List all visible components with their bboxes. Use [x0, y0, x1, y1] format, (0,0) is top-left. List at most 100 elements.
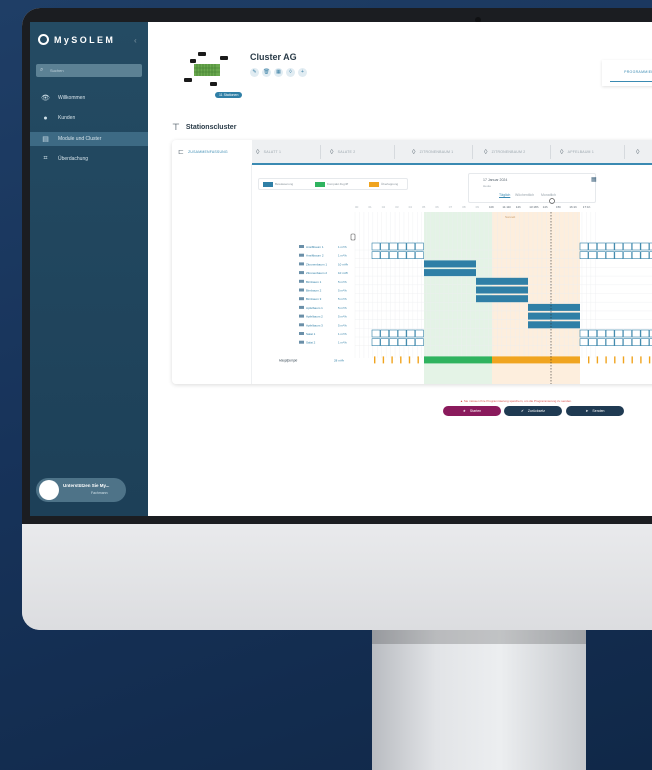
- slot-cell[interactable]: [380, 338, 389, 346]
- add-icon[interactable]: +: [298, 68, 307, 77]
- slot-cell[interactable]: [415, 329, 424, 338]
- slot-cell[interactable]: [406, 251, 416, 259]
- slot-cell[interactable]: [380, 251, 389, 259]
- brand-name: MySOLEM: [54, 34, 116, 45]
- reset-button[interactable]: ✔ Zurücksetz: [504, 406, 562, 416]
- drop-icon[interactable]: ◊: [286, 68, 295, 77]
- slot-cell[interactable]: [579, 329, 589, 338]
- slot-cell[interactable]: [588, 251, 598, 259]
- slot-cell[interactable]: [389, 251, 398, 259]
- sidebar-search-input[interactable]: ⌕ Suchen: [36, 64, 142, 77]
- slot-cell[interactable]: [623, 329, 632, 338]
- slot-cell[interactable]: [371, 242, 381, 251]
- slot-cell[interactable]: [389, 242, 398, 251]
- slot-cell[interactable]: [640, 242, 650, 251]
- slot-cell[interactable]: [397, 338, 407, 346]
- sidebar-item-willkommen[interactable]: 👁 Willkommen: [30, 91, 148, 105]
- slot-cell[interactable]: [389, 329, 398, 338]
- station-name: Birnbaum 1: [306, 280, 322, 284]
- time-label: 07: [449, 205, 453, 209]
- sidebar-item-module-und-cluster[interactable]: ▤ Module und Cluster: [30, 132, 148, 146]
- slot-cell[interactable]: [371, 251, 381, 259]
- station-flow: 10 m³/h: [338, 271, 349, 275]
- sidebar-item-label: Module und Cluster: [58, 136, 102, 142]
- slot-cell[interactable]: [614, 251, 624, 259]
- slot-cell[interactable]: [397, 251, 407, 259]
- slot-cell[interactable]: [397, 242, 407, 251]
- delete-icon[interactable]: 🗑: [262, 68, 271, 77]
- slot-cell[interactable]: [415, 338, 424, 346]
- slot-cell[interactable]: [415, 242, 424, 251]
- slot-cell[interactable]: [631, 338, 641, 346]
- irrigation-bar[interactable]: [424, 269, 476, 277]
- slot-cell[interactable]: [588, 242, 598, 251]
- slot-cell[interactable]: [631, 242, 641, 251]
- support-card[interactable]: Unterstützen Sie My... Fachmann: [36, 478, 126, 502]
- slot-cell[interactable]: [614, 242, 624, 251]
- slot-cell[interactable]: [623, 338, 632, 346]
- slot-cell[interactable]: [397, 329, 407, 338]
- slot-cell[interactable]: [597, 338, 606, 346]
- irrigation-bar[interactable]: [424, 260, 476, 268]
- slot-cell[interactable]: [640, 338, 650, 346]
- slot-cell[interactable]: [597, 329, 606, 338]
- slot-cell[interactable]: [631, 251, 641, 259]
- slot-cell[interactable]: [623, 242, 632, 251]
- scroll-handle-top[interactable]: [350, 233, 356, 241]
- slot-cell[interactable]: [579, 242, 589, 251]
- slot-cell[interactable]: [605, 251, 615, 259]
- station-name: Apfelbaum 3: [306, 323, 323, 327]
- slot-cell[interactable]: [605, 338, 615, 346]
- time-label: 08: [462, 205, 466, 209]
- time-label: 15h: [556, 205, 561, 209]
- slot-cell[interactable]: [579, 338, 589, 346]
- send-button[interactable]: ➤ Senden: [566, 406, 624, 416]
- slot-cell[interactable]: [588, 329, 598, 338]
- slot-cell[interactable]: [380, 329, 389, 338]
- start-button[interactable]: ★ Starten: [443, 406, 501, 416]
- sidebar-item-uberdachung[interactable]: ⌗ Überdachung: [30, 152, 148, 166]
- irrigation-bar[interactable]: [476, 295, 528, 303]
- irrigation-schedule: 00 01 02 03 04 05 06 07 08 09 10h 11:11h 12h 13:18h 14…: [279, 198, 652, 384]
- now-label: Sonnelt: [505, 215, 515, 219]
- pump-tick: [648, 356, 651, 364]
- brand[interactable]: MySOLEM: [38, 34, 115, 45]
- slot-cell[interactable]: [597, 251, 606, 259]
- station-flow: 1 m³/h: [338, 341, 347, 345]
- slot-cell[interactable]: [371, 329, 381, 338]
- slot-cell[interactable]: [406, 329, 416, 338]
- station-flow: 1 m³/h: [338, 254, 347, 258]
- slot-cell[interactable]: [579, 251, 589, 259]
- slot-cell[interactable]: [597, 242, 606, 251]
- slot-cell[interactable]: [614, 338, 624, 346]
- slot-cell[interactable]: [640, 329, 650, 338]
- sidebar-item-kunden[interactable]: ● Kunden: [30, 111, 148, 125]
- monitor-chin: [22, 524, 652, 630]
- slot-cell[interactable]: [406, 338, 416, 346]
- slot-cell[interactable]: [631, 329, 641, 338]
- slot-cell[interactable]: [605, 329, 615, 338]
- slot-cell[interactable]: [614, 329, 624, 338]
- collapse-sidebar-icon[interactable]: ‹: [134, 36, 137, 45]
- slot-cell[interactable]: [588, 338, 598, 346]
- slot-cell[interactable]: [640, 251, 650, 259]
- edit-icon[interactable]: ✎: [250, 68, 259, 77]
- slot-cell[interactable]: [380, 242, 389, 251]
- slot-cell[interactable]: [389, 338, 398, 346]
- tab-programmierung[interactable]: PROGRAMMIERUN: [602, 60, 652, 86]
- stations-badge[interactable]: 11 Stationen: [215, 92, 243, 98]
- irrigation-bar[interactable]: [528, 303, 580, 311]
- slot-cell[interactable]: [371, 338, 381, 346]
- station-flow: 1 m³/h: [338, 332, 347, 336]
- list-icon[interactable]: ▦: [274, 68, 283, 77]
- slot-cell[interactable]: [623, 251, 632, 259]
- clock-icon: [549, 198, 555, 204]
- irrigation-bar[interactable]: [476, 277, 528, 285]
- slot-cell[interactable]: [605, 242, 615, 251]
- irrigation-bar[interactable]: [528, 312, 580, 320]
- irrigation-bar[interactable]: [528, 321, 580, 329]
- irrigation-bar[interactable]: [476, 286, 528, 294]
- sidebar: MySOLEM ‹ ⌕ Suchen 👁 Willkommen ● Kunden…: [30, 22, 148, 516]
- slot-cell[interactable]: [406, 242, 416, 251]
- slot-cell[interactable]: [415, 251, 424, 259]
